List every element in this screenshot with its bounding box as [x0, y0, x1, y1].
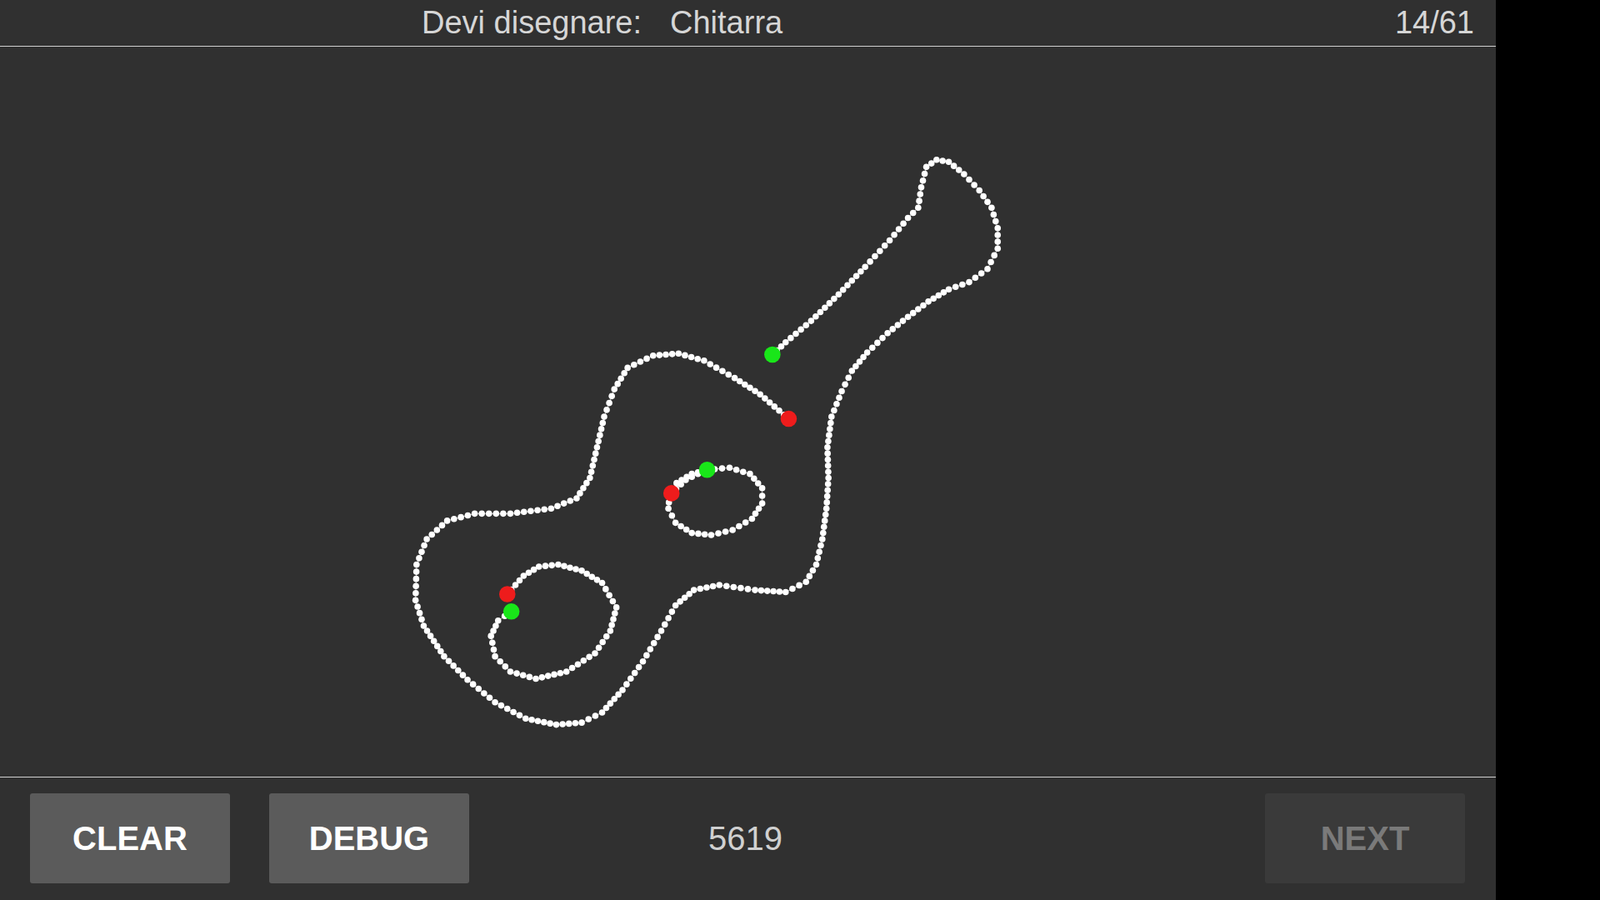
stroke-end-dot: [780, 410, 798, 428]
score-label: 5619: [708, 820, 783, 858]
next-button: NEXT: [1265, 793, 1465, 884]
drawing-canvas[interactable]: [0, 46, 1496, 777]
footer-bar: CLEAR DEBUG 5619 NEXT: [0, 776, 1496, 900]
stroke-end-dot: [663, 485, 680, 502]
debug-button[interactable]: DEBUG: [269, 793, 470, 884]
stroke-end-dot: [499, 585, 516, 603]
progress-counter: 14/61: [1395, 5, 1475, 41]
clear-button[interactable]: CLEAR: [30, 793, 230, 884]
prompt-label: Devi disegnare:: [421, 5, 642, 41]
stroke-start-dot: [699, 461, 716, 479]
stroke-start-dot: [503, 603, 520, 620]
stroke: [663, 461, 765, 539]
stroke: [487, 561, 620, 683]
stroke: [412, 156, 1001, 728]
drawing-surface[interactable]: [0, 46, 1496, 777]
target-word: Chitarra: [670, 5, 783, 41]
header-bar: Devi disegnare: Chitarra 14/61: [0, 0, 1496, 47]
stroke-start-dot: [764, 346, 781, 364]
